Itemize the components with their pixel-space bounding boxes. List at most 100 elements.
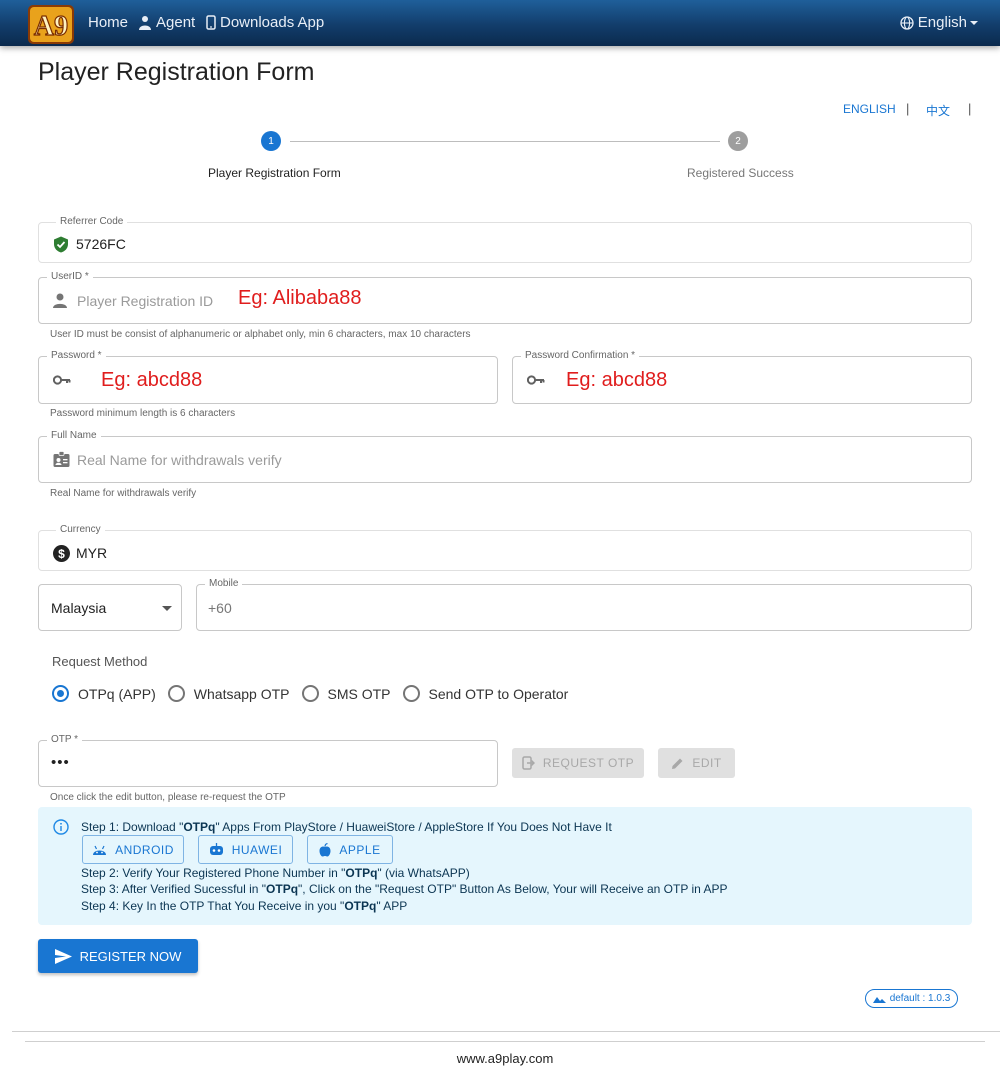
radio-sms-otp[interactable]: SMS OTP	[301, 685, 391, 702]
footer-divider	[12, 1031, 1000, 1032]
a9-logo[interactable]: A9	[26, 2, 76, 46]
otp-field[interactable]: OTP * •••	[38, 734, 498, 787]
lang-english-link[interactable]: ENGLISH	[843, 102, 896, 116]
instruction-step-3: Step 3: After Verified Sucessful in "OTP…	[81, 882, 728, 896]
radio-indicator[interactable]	[402, 685, 420, 702]
language-menu[interactable]: English	[900, 14, 978, 31]
password-example: Eg: abcd88	[101, 369, 203, 391]
android-label: ANDROID	[115, 842, 174, 857]
dropdown-arrow-icon	[162, 606, 172, 611]
key-icon	[53, 375, 71, 385]
currency-label: Currency	[56, 524, 105, 535]
nav-home-label: Home	[88, 14, 129, 31]
verified-shield-icon	[54, 236, 68, 253]
request-otp-label: REQUEST OTP	[542, 756, 635, 770]
apple-label: APPLE	[339, 842, 381, 857]
mobile-field[interactable]: Mobile +60	[196, 578, 972, 631]
globe-icon	[900, 15, 914, 30]
otp-value: •••	[51, 754, 70, 771]
version-label: default : 1.0.3	[889, 993, 951, 1004]
userid-placeholder: Player Registration ID	[77, 293, 214, 309]
otp-instructions-alert: Step 1: Download "OTPq" Apps From PlaySt…	[38, 807, 972, 925]
nav-agent[interactable]: Agent	[138, 14, 195, 31]
caret-down-icon	[970, 20, 978, 25]
page-title: Player Registration Form	[38, 58, 315, 86]
huawei-download-button[interactable]: HUAWEI	[198, 835, 293, 864]
radio-otpq-app-label: OTPq (APP)	[78, 685, 156, 702]
pencil-icon	[672, 758, 683, 769]
request-otp-button[interactable]: REQUEST OTP	[512, 748, 644, 778]
otp-helper-text: Once click the edit button, please re-re…	[50, 792, 286, 803]
radio-send-otp-operator[interactable]: Send OTP to Operator	[402, 685, 568, 702]
mobile-label: Mobile	[205, 578, 243, 589]
radio-indicator[interactable]	[167, 685, 185, 702]
register-now-label: REGISTER NOW	[79, 948, 182, 964]
radio-otpq-app[interactable]: OTPq (APP)	[52, 685, 156, 702]
step-1-indicator: 1	[261, 131, 281, 151]
dollar-icon: $	[53, 545, 70, 562]
key-icon	[527, 375, 545, 385]
lang-separator: |	[968, 101, 972, 116]
nav-downloads-label: Downloads App	[220, 14, 325, 31]
country-select[interactable]: Malaysia	[38, 584, 182, 631]
request-method-group: OTPq (APP) Whatsapp OTP SMS OTP Send OTP…	[52, 685, 580, 702]
radio-indicator[interactable]	[301, 685, 319, 702]
logo-text: A9	[34, 11, 68, 42]
footer-site-link[interactable]: www.a9play.com	[0, 1051, 1000, 1066]
country-value: Malaysia	[51, 600, 107, 616]
apple-download-button[interactable]: APPLE	[307, 835, 393, 864]
huawei-robot-icon	[209, 842, 223, 855]
currency-value: MYR	[76, 545, 108, 561]
edit-label: EDIT	[692, 756, 722, 770]
fullname-helper-text: Real Name for withdrawals verify	[50, 488, 197, 499]
password-field[interactable]: Password * Eg: abcd88	[38, 350, 498, 404]
android-download-button[interactable]: ANDROID	[82, 835, 184, 864]
footer-divider	[25, 1041, 985, 1042]
version-badge: default : 1.0.3	[865, 989, 958, 1008]
userid-example: Eg: Alibaba88	[238, 287, 362, 309]
apple-icon	[319, 842, 331, 857]
person-icon	[53, 293, 67, 308]
stepper-connector	[290, 141, 720, 142]
instruction-step-2: Step 2: Verify Your Registered Phone Num…	[81, 866, 470, 880]
info-icon	[53, 819, 69, 835]
request-method-label: Request Method	[52, 654, 148, 669]
otp-label: OTP *	[47, 734, 83, 745]
radio-sms-otp-label: SMS OTP	[327, 685, 391, 702]
step-2-label: Registered Success	[687, 166, 794, 180]
instruction-step-4: Step 4: Key In the OTP That You Receive …	[81, 899, 408, 913]
radio-whatsapp-otp[interactable]: Whatsapp OTP	[167, 685, 290, 702]
radio-indicator-checked[interactable]	[52, 685, 69, 702]
fullname-placeholder: Real Name for withdrawals verify	[77, 452, 282, 468]
referrer-code-value: 5726FC	[76, 236, 126, 252]
nav-agent-label: Agent	[156, 14, 196, 31]
currency-field: Currency $ MYR	[38, 524, 972, 571]
userid-field[interactable]: UserID * Player Registration ID Eg: Alib…	[38, 271, 972, 324]
svg-text:$: $	[58, 547, 65, 561]
language-label: English	[917, 14, 967, 31]
id-badge-icon	[53, 451, 70, 467]
nav-downloads[interactable]: Downloads App	[206, 14, 324, 31]
fullname-field[interactable]: Full Name Real Name for withdrawals veri…	[38, 430, 972, 483]
mobile-icon	[206, 15, 216, 30]
lang-chinese-link[interactable]: 中文	[926, 102, 950, 119]
huawei-label: HUAWEI	[231, 842, 283, 857]
userid-helper-text: User ID must be consist of alphanumeric …	[50, 329, 471, 340]
referrer-code-label: Referrer Code	[56, 216, 128, 227]
step-2-indicator: 2	[728, 131, 748, 151]
android-icon	[93, 845, 107, 855]
nav-home[interactable]: Home	[88, 14, 128, 31]
password-confirmation-example: Eg: abcd88	[566, 369, 668, 391]
edit-button[interactable]: EDIT	[658, 748, 735, 778]
referrer-code-field: Referrer Code 5726FC	[38, 216, 972, 263]
password-confirmation-field[interactable]: Password Confirmation * Eg: abcd88	[512, 350, 972, 404]
mobile-placeholder: +60	[208, 600, 232, 616]
password-label: Password *	[47, 350, 106, 361]
register-now-button[interactable]: REGISTER NOW	[38, 939, 198, 973]
agent-icon	[139, 16, 151, 30]
top-navbar: A9 Home Agent Downloads App English	[0, 0, 1000, 46]
mountain-icon	[872, 996, 886, 1003]
password-helper-text: Password minimum length is 6 characters	[50, 408, 236, 419]
send-icon	[54, 948, 72, 964]
password-confirmation-label: Password Confirmation *	[521, 350, 640, 361]
